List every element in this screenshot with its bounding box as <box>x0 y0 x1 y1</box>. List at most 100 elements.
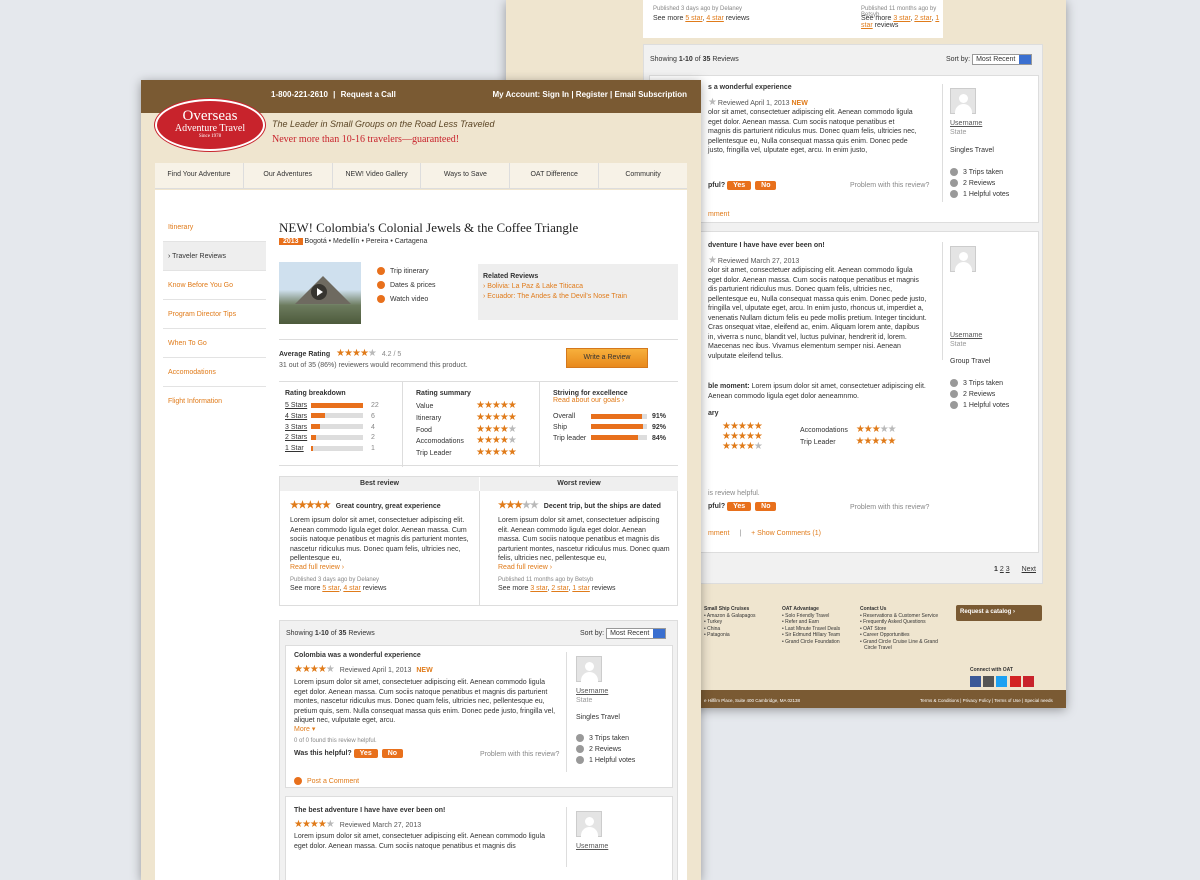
summary-label: Trip Leader <box>416 450 452 458</box>
request-call-link[interactable]: Request a Call <box>341 90 396 99</box>
trip-itinerary-link[interactable]: Trip itinerary <box>377 265 436 279</box>
no-button[interactable]: No <box>381 749 404 758</box>
rating-summary: Rating summary Value ★★★★★ Itinerary ★★★★★ F… <box>410 382 540 467</box>
nav-ways-to-save[interactable]: Ways to Save <box>421 163 511 188</box>
footer-col-1: Small Ship Cruises • Amazon & Galapagos •… <box>704 606 756 638</box>
sign-in-link[interactable]: Sign In <box>542 90 569 99</box>
sidebar-item-flight-information[interactable]: Flight Information <box>163 387 266 416</box>
next-page[interactable]: Next <box>1022 566 1036 573</box>
link-3-star[interactable]: 3 star <box>530 585 547 592</box>
breakdown-label[interactable]: 2 Stars <box>285 433 311 444</box>
watch-video-link[interactable]: Watch video <box>377 293 436 307</box>
main-nav: Find Your Adventure Our Adventures NEW! … <box>155 163 687 189</box>
striving-label: Overall <box>553 413 576 420</box>
sidebar-item-accomodations[interactable]: Accomodations <box>163 358 266 387</box>
link-2-star[interactable]: 2 star <box>551 585 568 592</box>
read-goals-link[interactable]: Read about our goals › <box>553 397 672 404</box>
back-post-comment[interactable]: mment <box>708 530 729 537</box>
nav-oat-difference[interactable]: OAT Difference <box>510 163 600 188</box>
breakdown-label[interactable]: 1 Star <box>285 444 311 455</box>
yes-button[interactable]: Yes <box>727 502 752 511</box>
instagram-icon[interactable] <box>983 676 995 687</box>
breakdown-bar-fill <box>311 435 316 441</box>
sidebar-item-when-to-go[interactable]: When To Go <box>163 329 266 358</box>
link-1-star[interactable]: 1 star <box>572 585 590 592</box>
username-link[interactable]: Username <box>576 843 608 850</box>
more-link[interactable]: More ▾ <box>294 725 315 733</box>
back-review-date: ★ Reviewed March 27, 2013 <box>708 255 800 266</box>
back-sort-select[interactable]: Most Recent <box>972 54 1033 65</box>
link-4-star[interactable]: 4 star <box>343 585 361 592</box>
striving-bar-fill <box>591 435 639 441</box>
youtube-icon[interactable] <box>1009 676 1021 687</box>
write-review-button[interactable]: Write a Review <box>566 348 648 368</box>
sidebar-item-traveler-reviews[interactable]: › Traveler Reviews <box>163 242 266 271</box>
worst-review-text: Lorem ipsum dolor sit amet, consectetuer… <box>498 517 670 562</box>
problem-link[interactable]: Problem with this review? <box>480 751 559 758</box>
email-subscription-link[interactable]: Email Subscription <box>615 90 687 99</box>
striving-label: Trip leader <box>553 434 587 442</box>
pinterest-icon[interactable] <box>1022 676 1034 687</box>
nav-our-adventures[interactable]: Our Adventures <box>244 163 333 188</box>
arrow-icon <box>377 281 385 290</box>
dates-prices-link[interactable]: Dates & prices <box>377 279 436 293</box>
nav-find-your-adventure[interactable]: Find Your Adventure <box>155 163 244 188</box>
no-button[interactable]: No <box>755 502 777 511</box>
best-read-full-link[interactable]: Read full review › <box>290 564 470 571</box>
yes-button[interactable]: Yes <box>727 181 752 190</box>
twitter-icon[interactable] <box>996 676 1008 687</box>
page-3[interactable]: 3 <box>1006 566 1010 573</box>
avatar <box>576 656 602 682</box>
nav-community[interactable]: Community <box>599 163 687 188</box>
sidebar-item-program-director-tips[interactable]: Program Director Tips <box>163 300 266 329</box>
breakdown-count: 2 <box>371 434 375 442</box>
breakdown-count: 1 <box>371 445 375 453</box>
rating-breakdown: Rating breakdown 5 Stars 22 4 Stars 6 3 Star… <box>279 382 403 467</box>
post-comment-link[interactable]: Post a Comment <box>294 777 359 785</box>
account-links: My Account: Sign In | Register | Email S… <box>492 90 687 99</box>
trip-links: Trip itinerary Dates & prices Watch vide… <box>377 265 436 307</box>
votes-icon <box>576 756 584 765</box>
social-icons <box>970 676 1034 689</box>
worst-published: Published 11 months ago by Betsyb <box>498 576 594 583</box>
play-icon[interactable] <box>311 284 327 300</box>
legal-links[interactable]: Terms & Conditions | Privacy Policy | Te… <box>920 698 1053 703</box>
review-title: Colombia was a wonderful experience <box>294 652 421 659</box>
breakdown-label[interactable]: 4 Stars <box>285 412 311 423</box>
trips-icon <box>950 379 958 388</box>
review-text: Lorem ipsum dolor sit amet, consectetuer… <box>294 833 545 850</box>
sort-select[interactable]: Most Recent <box>606 628 667 639</box>
best-review: ★★★★★ Great country, great experience Lo… <box>290 500 470 592</box>
trip-video-thumbnail[interactable] <box>279 262 361 324</box>
register-link[interactable]: Register <box>576 90 608 99</box>
worst-read-full-link[interactable]: Read full review › <box>498 564 670 571</box>
username-link[interactable]: Username <box>576 688 608 695</box>
facebook-icon[interactable] <box>970 676 981 687</box>
sidebar-item-know-before-you-go[interactable]: Know Before You Go <box>163 271 266 300</box>
back-problem-link[interactable]: Problem with this review? <box>850 182 929 189</box>
back-post-comment[interactable]: mment <box>708 211 729 218</box>
show-comments-link[interactable]: + Show Comments (1) <box>751 530 821 537</box>
oat-logo[interactable]: Overseas Adventure Travel Since 1978 <box>155 99 265 151</box>
request-catalog-button[interactable]: Request a catalog › <box>956 605 1042 621</box>
sidebar-item-itinerary[interactable]: Itinerary <box>163 213 266 242</box>
no-button[interactable]: No <box>755 181 777 190</box>
related-link-bolivia[interactable]: › Bolivia: La Paz & Lake Titicaca <box>483 282 673 292</box>
worst-review-stars: ★★★★★ <box>498 500 539 511</box>
review-card-2: The best adventure I have have ever been… <box>285 796 673 880</box>
back-review-card-1: s a wonderful experience ★ Reviewed Apri… <box>649 75 1039 223</box>
breakdown-label[interactable]: 5 Stars <box>285 401 311 412</box>
breakdown-label[interactable]: 3 Stars <box>285 423 311 434</box>
nav-video-gallery[interactable]: NEW! Video Gallery <box>333 163 422 188</box>
yes-button[interactable]: Yes <box>353 749 378 758</box>
link-5-star[interactable]: 5 star <box>322 585 339 592</box>
address: e Hilfilm Place, Suite 400 Cambridge, MA… <box>704 698 801 703</box>
username-link[interactable]: Username <box>950 332 982 339</box>
username-link[interactable]: Username <box>950 120 982 127</box>
review-card-1: Colombia was a wonderful experience ★★★★… <box>285 645 673 788</box>
page-1[interactable]: 1 <box>994 566 998 573</box>
page-2[interactable]: 2 <box>1000 566 1004 573</box>
related-link-ecuador[interactable]: › Ecuador: The Andes & the Devil's Nose … <box>483 292 673 302</box>
striving-row: Ship 92% <box>553 423 672 434</box>
back-problem-link[interactable]: Problem with this review? <box>850 504 929 511</box>
